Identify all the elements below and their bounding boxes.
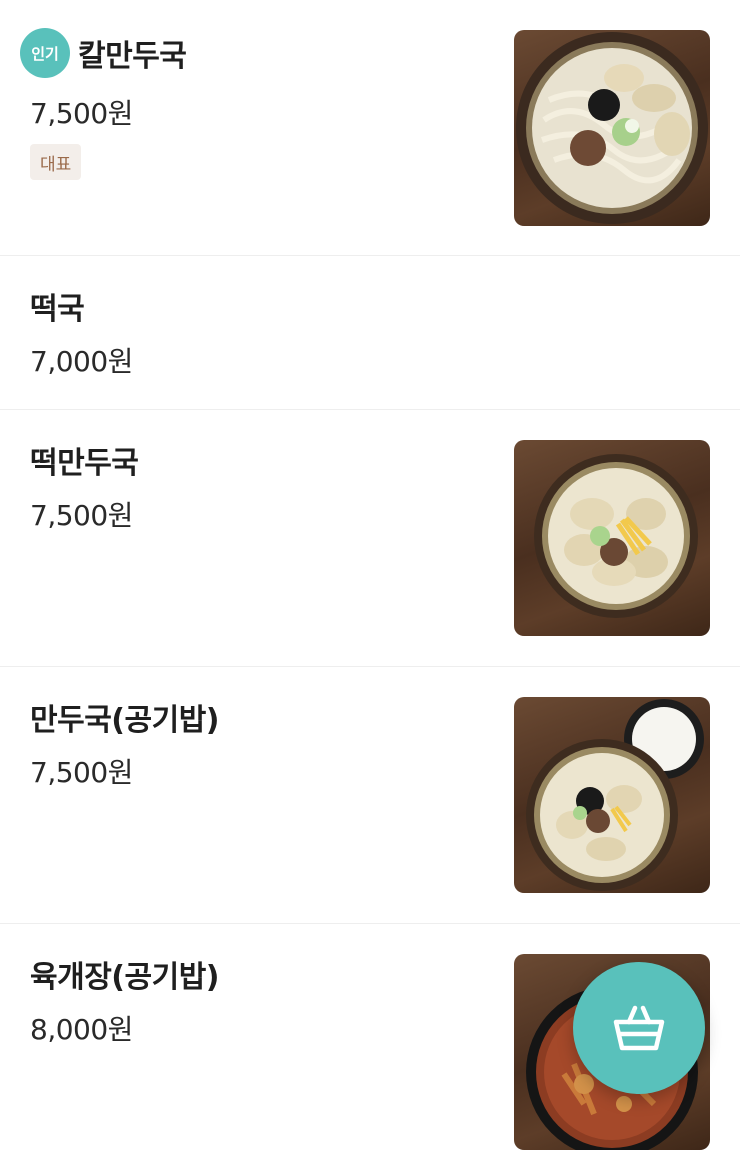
item-name: 육개장(공기밥) bbox=[30, 960, 220, 995]
item-name: 떡국 bbox=[30, 292, 85, 327]
item-price: 8,000원 bbox=[30, 1013, 133, 1046]
item-name-row: 만두국(공기밥) bbox=[30, 695, 220, 739]
item-price: 7,500원 bbox=[30, 499, 133, 532]
kalguksu-mandu-photo bbox=[514, 30, 710, 226]
menu-item-tteokguk[interactable]: 떡국 7,000원 bbox=[0, 256, 740, 410]
mandu-guk-rice-photo bbox=[514, 697, 710, 893]
tteok-mandu-guk-photo bbox=[514, 440, 710, 636]
item-name: 떡만두국 bbox=[30, 446, 139, 481]
item-name: 만두국(공기밥) bbox=[30, 703, 220, 738]
menu-item-mandu-guk[interactable]: 만두국(공기밥) 7,500원 bbox=[0, 667, 740, 924]
item-price: 7,500원 bbox=[30, 97, 133, 130]
item-price: 7,500원 bbox=[30, 756, 133, 789]
signature-tag: 대표 bbox=[30, 144, 82, 180]
popular-badge: 인기 bbox=[22, 30, 68, 76]
item-price: 7,000원 bbox=[30, 345, 133, 378]
item-name: 칼만두국 bbox=[78, 39, 187, 74]
menu-item-kal-mandu-guk[interactable]: 인기 칼만두국 7,500원 대표 bbox=[0, 0, 740, 256]
cart-button[interactable] bbox=[573, 962, 705, 1094]
item-name-row: 떡만두국 bbox=[30, 438, 139, 482]
item-name-row: 인기 칼만두국 bbox=[22, 30, 187, 76]
item-name-row: 떡국 bbox=[30, 284, 85, 328]
menu-item-tteok-mandu-guk[interactable]: 떡만두국 7,500원 bbox=[0, 410, 740, 667]
item-name-row: 육개장(공기밥) bbox=[30, 952, 220, 996]
basket-icon bbox=[613, 1005, 665, 1051]
